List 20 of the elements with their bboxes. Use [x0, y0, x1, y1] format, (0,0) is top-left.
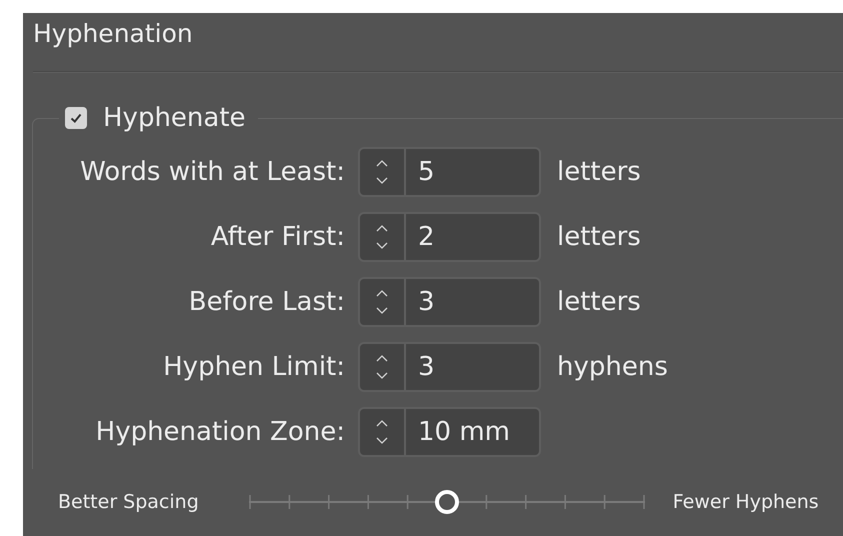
slider-min-label: Better Spacing: [58, 491, 199, 513]
panel-title: Hyphenation: [32, 18, 194, 50]
field-label: Before Last:: [188, 287, 345, 317]
spinner-field[interactable]: 5: [358, 147, 541, 197]
slider-max-label: Fewer Hyphens: [672, 491, 819, 513]
spinner-field[interactable]: 3: [358, 277, 541, 327]
field-label: Hyphenation Zone:: [94, 417, 345, 447]
spinner-field[interactable]: 10 mm: [358, 407, 541, 457]
unit-label: letters: [557, 222, 641, 252]
field-label: After First:: [210, 222, 345, 252]
field-label: Hyphen Limit:: [162, 352, 345, 382]
spinner-field[interactable]: 2: [358, 212, 541, 262]
slider-thumb[interactable]: [434, 490, 459, 514]
checkbox-label: Hyphenate: [103, 103, 246, 133]
unit-label: letters: [557, 157, 641, 187]
unit-label: hyphens: [557, 352, 668, 382]
hyphenate-checkbox[interactable]: [65, 107, 87, 129]
unit-label: letters: [557, 287, 641, 317]
field-label: Words with at Least:: [79, 157, 345, 187]
spinner-field[interactable]: 3: [358, 342, 541, 392]
